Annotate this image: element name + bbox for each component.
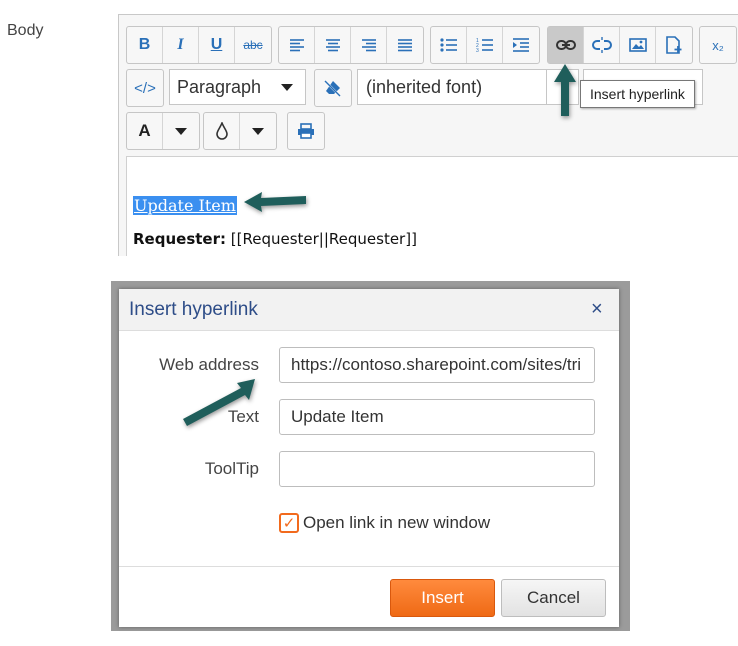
print-button[interactable] [288,113,324,149]
subscript-label: x₂ [712,37,724,53]
printer-icon [298,123,314,139]
highlight-color-dropdown[interactable] [240,113,276,149]
chevron-down-icon [175,127,187,135]
strikethrough-label: abc [243,38,263,52]
tooltip-input[interactable] [279,451,595,487]
requester-value: [[Requester||Requester]] [230,230,417,248]
alignment-group [278,26,424,64]
align-left-button[interactable] [279,27,315,63]
text-input[interactable]: Update Item [279,399,595,435]
chevron-down-icon [252,127,264,135]
indent-button[interactable] [503,27,539,63]
text-color-group: A [126,112,200,150]
bold-label: B [138,36,151,53]
indent-icon [513,38,529,52]
code-icon: </> [134,79,156,97]
annotation-arrow-icon [244,192,306,212]
highlight-color-group [203,112,277,150]
italic-label: I [177,36,184,53]
text-color-label: A [138,121,151,140]
insert-document-button[interactable] [656,27,692,63]
list-group: 123 [430,26,540,64]
requester-line: Requester: [[Requester||Requester]] [133,230,417,248]
unlink-icon [591,37,612,53]
insert-hyperlink-tooltip: Insert hyperlink [580,80,695,108]
insert-button[interactable]: Insert [390,579,495,617]
selected-link-text[interactable]: Update Item [133,196,237,215]
requester-label: Requester: [133,230,226,248]
subscript-button[interactable]: x₂ [700,27,736,63]
font-family-value: (inherited font) [366,76,483,97]
script-group: x₂ [699,26,737,64]
droplet-icon [215,122,228,140]
bold-button[interactable]: B [127,27,163,63]
highlight-color-button[interactable] [204,113,240,149]
cancel-button[interactable]: Cancel [501,579,606,617]
web-address-input[interactable]: https://contoso.sharepoint.com/sites/tri [279,347,595,383]
font-family-select[interactable]: (inherited font) [357,69,547,105]
bullet-list-button[interactable] [431,27,467,63]
tooltip-label: ToolTip [204,459,259,478]
numbered-list-button[interactable]: 123 [467,27,503,63]
justify-icon [398,39,412,52]
svg-text:3: 3 [476,48,479,53]
bullet-list-icon [439,38,457,52]
annotation-arrow-icon [183,379,255,426]
open-new-window-checkbox[interactable]: ✓ [279,513,299,533]
insert-image-button[interactable] [620,27,656,63]
annotation-arrow-icon [554,64,576,116]
insert-hyperlink-dialog: Insert hyperlink × Web address https://c… [119,289,619,627]
close-icon[interactable]: × [591,298,603,321]
align-right-icon [361,39,376,52]
dialog-footer-divider [119,566,619,567]
html-source-button[interactable]: </> [127,70,163,106]
source-group: </> [126,69,164,107]
paragraph-format-select[interactable]: Paragraph [169,69,306,105]
image-icon [628,38,647,52]
eraser-icon [324,80,341,97]
numbered-list-icon: 123 [476,38,493,53]
open-new-window-label[interactable]: Open link in new window [303,513,490,533]
dialog-header: Insert hyperlink × [119,289,619,331]
clear-formatting-button[interactable] [315,70,351,106]
align-center-icon [325,39,340,52]
align-left-icon [289,39,304,52]
underline-label: U [210,36,223,53]
web-address-label: Web address [159,355,259,374]
justify-button[interactable] [387,27,423,63]
body-field-label: Body [7,22,44,39]
print-group [287,112,325,150]
add-document-icon [666,36,682,54]
strikethrough-button[interactable]: abc [235,27,271,63]
text-style-group: B I U abc [126,26,272,64]
clear-format-group [314,69,352,107]
link-text-label: Update Item [134,196,236,215]
text-color-button[interactable]: A [127,113,163,149]
underline-button[interactable]: U [199,27,235,63]
link-icon [555,40,576,50]
checkmark-icon: ✓ [282,515,296,532]
text-color-dropdown[interactable] [163,113,199,149]
paragraph-format-value: Paragraph [177,76,262,97]
chevron-down-icon [281,84,293,91]
align-right-button[interactable] [351,27,387,63]
italic-button[interactable]: I [163,27,199,63]
align-center-button[interactable] [315,27,351,63]
dialog-title: Insert hyperlink [129,299,258,320]
